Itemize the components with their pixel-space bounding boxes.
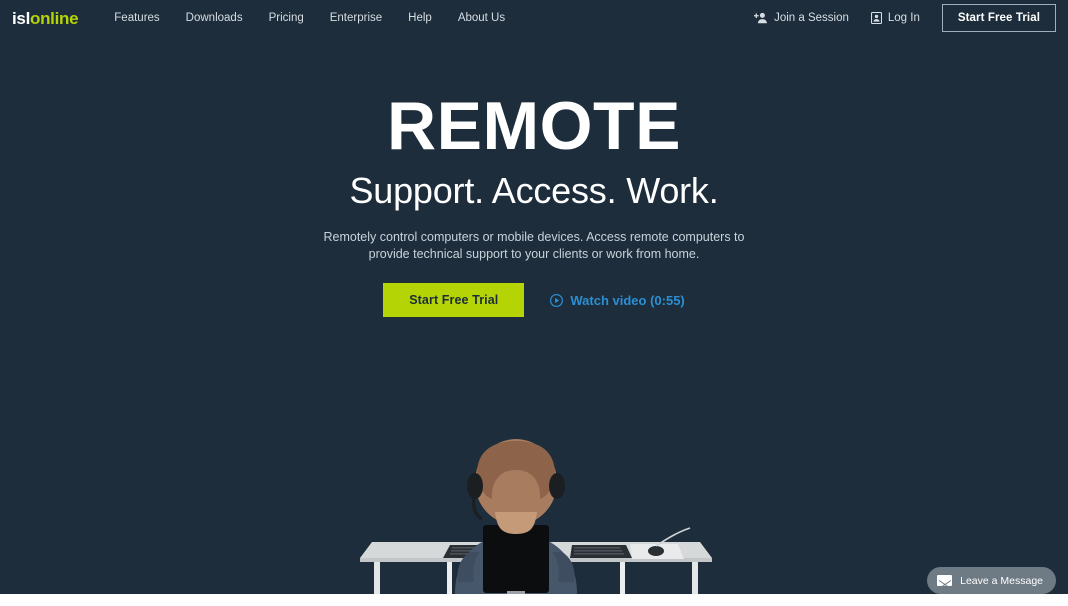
hero-start-free-trial-button[interactable]: Start Free Trial — [383, 283, 525, 318]
watch-video-label: Watch video (0:55) — [570, 292, 685, 308]
log-in-link[interactable]: Log In — [870, 12, 920, 24]
logo-text-online: online — [30, 8, 79, 28]
header-start-free-trial-button[interactable]: Start Free Trial — [941, 4, 1056, 32]
nav-item-help[interactable]: Help — [395, 0, 445, 36]
hero-section: REMOTE Support. Access. Work. Remotely c… — [0, 36, 1068, 318]
watch-video-link[interactable]: Watch video (0:55) — [550, 292, 685, 308]
logo-text-isl: isl — [12, 8, 31, 28]
join-session-link[interactable]: Join a Session — [754, 12, 849, 24]
operator-person — [455, 439, 577, 597]
nav-item-features[interactable]: Features — [101, 0, 172, 36]
hero-subtitle: Support. Access. Work. — [349, 170, 719, 211]
header-actions: Join a Session Log In Start Free Trial — [754, 4, 1056, 32]
nav-item-enterprise[interactable]: Enterprise — [317, 0, 395, 36]
remote-support-workstation-illustration — [0, 300, 1068, 604]
join-session-label: Join a Session — [774, 12, 849, 24]
page-root: islonline Features Downloads Pricing Ent… — [0, 0, 1068, 606]
leave-a-message-chat-button[interactable]: Leave a Message — [927, 567, 1056, 594]
add-person-icon — [754, 12, 768, 24]
nav-item-pricing[interactable]: Pricing — [256, 0, 317, 36]
log-in-label: Log In — [887, 12, 920, 24]
chat-widget-label: Leave a Message — [960, 574, 1043, 587]
envelope-icon — [937, 575, 953, 586]
hero-title: REMOTE — [387, 88, 681, 164]
site-header: islonline Features Downloads Pricing Ent… — [0, 0, 1068, 36]
logo[interactable]: islonline — [12, 8, 79, 28]
hero-cta-row: Start Free Trial Watch video (0:55) — [0, 283, 1068, 318]
hero-description: Remotely control computers or mobile dev… — [323, 230, 745, 262]
play-circle-icon — [550, 293, 564, 307]
nav-item-downloads[interactable]: Downloads — [173, 0, 256, 36]
main-navigation: Features Downloads Pricing Enterprise He… — [101, 0, 518, 36]
page-bottom-strip — [0, 594, 1068, 606]
id-badge-icon — [870, 12, 882, 24]
nav-item-about-us[interactable]: About Us — [445, 0, 518, 36]
